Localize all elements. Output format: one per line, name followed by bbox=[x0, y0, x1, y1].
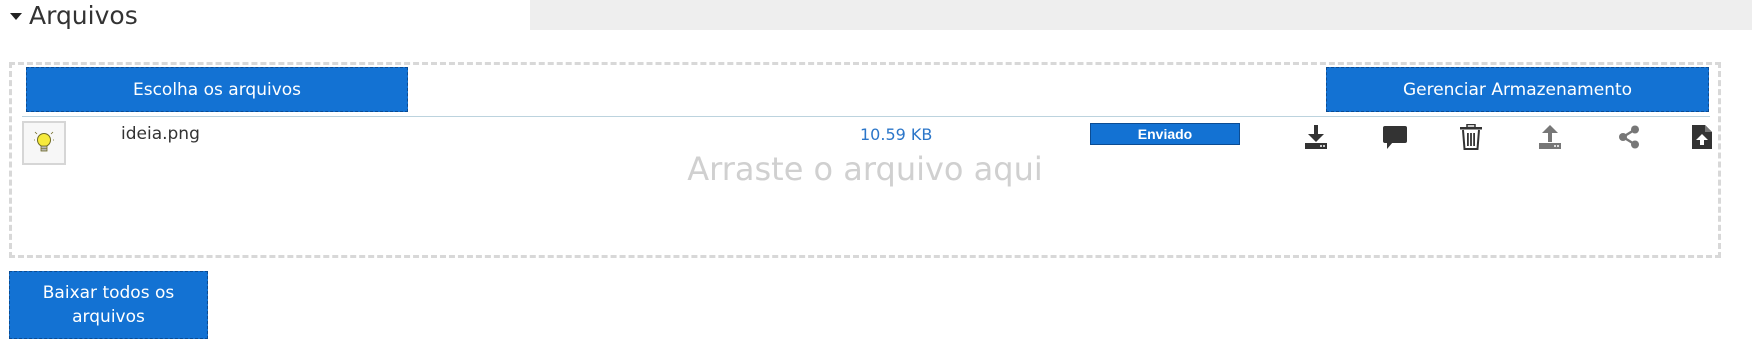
files-section-toggle[interactable]: Arquivos bbox=[10, 0, 138, 30]
share-button[interactable] bbox=[1613, 121, 1645, 153]
status-badge: Enviado bbox=[1090, 123, 1240, 145]
file-size: 10.59 KB bbox=[860, 125, 933, 144]
trash-icon bbox=[1460, 124, 1482, 150]
section-title: Arquivos bbox=[29, 0, 138, 30]
share-icon bbox=[1619, 125, 1639, 149]
file-dropzone[interactable]: Escolha os arquivos Gerenciar Armazename… bbox=[9, 62, 1721, 258]
choose-files-button[interactable]: Escolha os arquivos bbox=[26, 67, 408, 112]
file-thumbnail[interactable] bbox=[22, 121, 66, 165]
files-panel: Arquivos Escolha os arquivos Gerenciar A… bbox=[0, 0, 1752, 349]
manage-storage-button[interactable]: Gerenciar Armazenamento bbox=[1326, 67, 1709, 112]
file-row: ideia.png 10.59 KB Enviado bbox=[12, 117, 1718, 167]
download-all-button[interactable]: Baixar todos os arquivos bbox=[9, 271, 208, 339]
replace-file-button[interactable] bbox=[1686, 121, 1718, 153]
download-icon bbox=[1305, 125, 1327, 149]
download-button[interactable] bbox=[1300, 121, 1332, 153]
file-name[interactable]: ideia.png bbox=[121, 124, 200, 144]
lightbulb-icon bbox=[34, 131, 54, 152]
upload-button[interactable] bbox=[1534, 121, 1566, 153]
delete-button[interactable] bbox=[1455, 121, 1487, 153]
caret-down-icon bbox=[10, 13, 22, 20]
comment-icon bbox=[1383, 126, 1407, 149]
file-upload-icon bbox=[1692, 125, 1712, 149]
header-background-bar bbox=[530, 0, 1752, 30]
comment-button[interactable] bbox=[1379, 121, 1411, 153]
upload-icon bbox=[1539, 125, 1561, 149]
